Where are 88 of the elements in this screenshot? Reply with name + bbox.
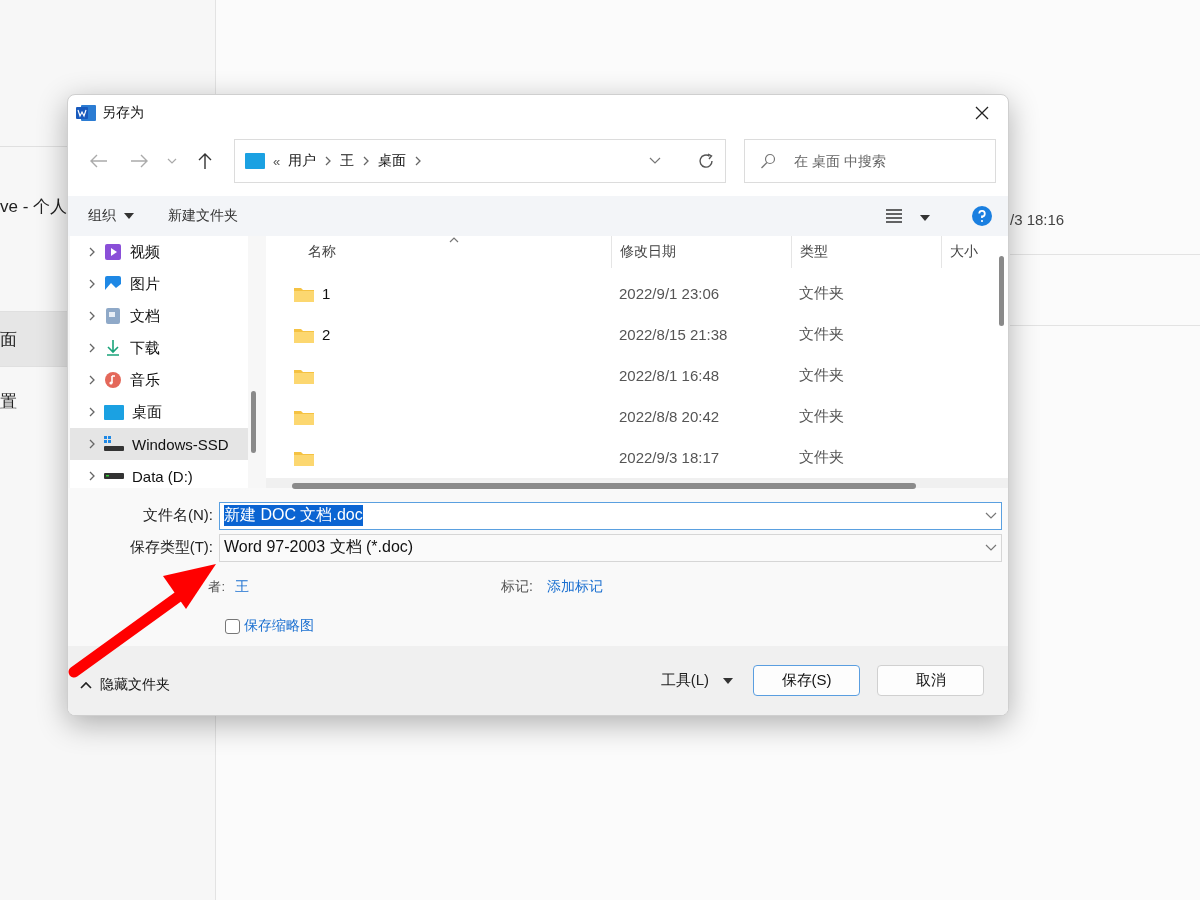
column-header[interactable]: 类型: [791, 236, 941, 268]
dropdown-icon: [649, 157, 661, 165]
column-header[interactable]: 名称: [266, 236, 611, 268]
field-label: 文件名(N):: [142, 506, 214, 525]
refresh-icon[interactable]: [697, 152, 715, 170]
chevron-down-icon: [167, 158, 177, 164]
chevron-icon: [324, 155, 333, 167]
sort-ascending-icon: [449, 236, 459, 243]
expand-icon: [88, 438, 96, 450]
expand-icon: [88, 246, 96, 258]
table-cell-text: 2022/8/15 21:38: [618, 326, 729, 343]
music-icon: [104, 371, 122, 389]
video-icon: [104, 243, 122, 261]
desktop-icon: [245, 153, 265, 169]
image-icon: [104, 275, 122, 293]
table-cell-text: 文件夹: [798, 366, 845, 385]
search-icon: [760, 153, 776, 169]
table-cell-text: 2022/8/1 16:48: [618, 367, 721, 384]
cancel-button[interactable]: 取消: [877, 665, 984, 696]
expand-icon: [88, 342, 96, 354]
author-link[interactable]: 王: [235, 578, 249, 596]
expand-icon: [88, 278, 96, 290]
close-icon: [975, 106, 989, 120]
table-cell-text: 文件夹: [798, 407, 845, 426]
drive-icon: [104, 435, 124, 453]
field-label: 者:: [208, 578, 225, 596]
nav-item[interactable]: Windows-SSD: [70, 428, 248, 460]
new-folder-button[interactable]: 新建文件夹: [168, 207, 238, 225]
breadcrumb-item[interactable]: 桌面: [378, 152, 407, 170]
caret-icon: [723, 677, 733, 684]
hide-folders-button[interactable]: 隐藏文件夹: [80, 675, 170, 694]
view-list-icon[interactable]: [886, 209, 902, 223]
arrow-up-icon: [197, 152, 213, 170]
background-time: /3 18:16: [1010, 211, 1065, 228]
breadcrumb-item[interactable]: 王: [340, 152, 355, 170]
column-header[interactable]: 修改日期: [611, 236, 791, 268]
scrollbar-thumb: [251, 391, 256, 453]
breadcrumb-item[interactable]: 用户: [288, 152, 317, 170]
expand-icon: [88, 374, 96, 386]
table-cell-text: 2022/8/8 20:42: [618, 408, 721, 425]
field-label: 保存类型(T):: [128, 538, 214, 557]
checkbox[interactable]: [225, 618, 240, 634]
expand-icon: [88, 406, 96, 418]
checkbox-label[interactable]: 保存缩略图: [244, 617, 314, 635]
filename-field[interactable]: 新建 DOC 文档.doc: [219, 501, 1002, 530]
drive-icon: [104, 473, 124, 479]
table-cell-text: 文件夹: [798, 448, 845, 467]
address-bar[interactable]: « 用户 王 桌面: [234, 139, 726, 183]
expand-icon: [88, 470, 96, 482]
background-label: 面: [0, 328, 17, 351]
organize-button[interactable]: 组织: [88, 207, 134, 225]
folder-icon: [294, 449, 314, 466]
scrollbar-thumb: [999, 256, 1004, 326]
overflow-marker: «: [273, 153, 281, 169]
desktop-icon: [104, 403, 124, 421]
folder-icon: [294, 367, 314, 384]
caret-icon: [920, 215, 930, 221]
word-icon: [76, 104, 96, 122]
add-tags-link[interactable]: 添加标记: [546, 578, 603, 596]
table-cell-text: 2022/9/1 23:06: [618, 285, 721, 302]
folder-icon: [294, 285, 314, 302]
help-icon[interactable]: [972, 206, 992, 226]
search-field[interactable]: 在 桌面 中搜索: [744, 139, 996, 183]
expand-icon: [88, 310, 96, 322]
chevron-down-icon: [985, 543, 997, 552]
background-label: ve - 个人: [0, 196, 68, 218]
document-icon: [104, 307, 122, 325]
arrow-right-icon: [130, 154, 148, 168]
chevron-up-icon: [80, 680, 92, 689]
file-name[interactable]: 2: [322, 326, 331, 343]
folder-icon: [294, 408, 314, 425]
file-name[interactable]: 1: [322, 285, 331, 302]
table-cell-text: 2022/9/3 18:17: [618, 449, 721, 466]
chevron-icon: [362, 155, 371, 167]
tools-button[interactable]: 工具(L): [660, 671, 709, 690]
file-type-dropdown[interactable]: Word 97-2003 文档 (*.doc): [219, 533, 1002, 562]
window-title: 另存为: [102, 104, 145, 122]
arrow-left-icon: [90, 154, 108, 168]
save-button[interactable]: 保存(S): [753, 665, 860, 696]
table-cell-text: 文件夹: [798, 325, 845, 344]
background-label: 置: [0, 391, 17, 413]
chevron-icon: [414, 155, 423, 167]
chevron-down-icon: [985, 511, 997, 520]
caret-icon: [124, 213, 134, 219]
table-cell-text: 文件夹: [798, 284, 845, 303]
folder-icon: [294, 326, 314, 343]
field-label: 标记:: [501, 578, 533, 596]
download-icon: [104, 339, 122, 357]
